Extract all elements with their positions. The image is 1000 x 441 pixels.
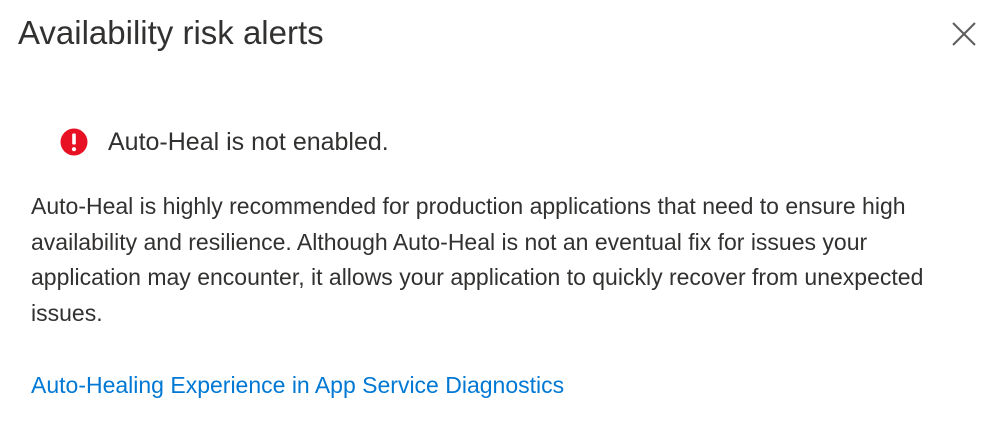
alert-row: Auto-Heal is not enabled.	[60, 124, 389, 160]
close-button[interactable]	[946, 16, 982, 52]
alert-message: Auto-Heal is not enabled.	[108, 128, 389, 156]
error-icon	[60, 128, 88, 156]
panel-title: Availability risk alerts	[18, 14, 324, 51]
alert-description: Auto-Heal is highly recommended for prod…	[31, 193, 924, 326]
availability-risk-alerts-panel: Availability risk alerts Auto-Heal is no…	[0, 0, 1000, 441]
close-icon	[946, 16, 982, 52]
auto-healing-diagnostics-link[interactable]: Auto-Healing Experience in App Service D…	[31, 368, 564, 403]
